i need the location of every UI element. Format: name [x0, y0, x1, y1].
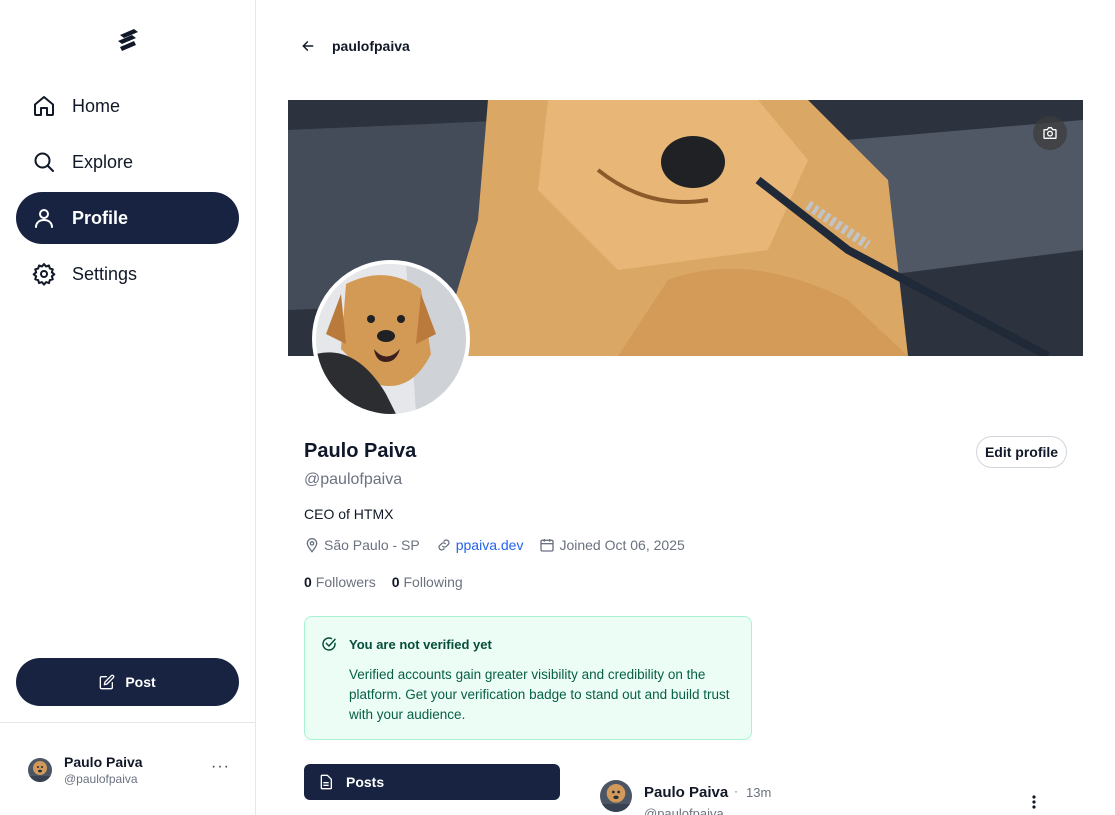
followers-count: 0 [304, 574, 312, 590]
page-title: paulofpaiva [332, 38, 410, 54]
home-icon [32, 94, 56, 118]
more-options-icon[interactable]: ··· [211, 758, 230, 776]
post-author-handle: @paulofpaiva [644, 806, 724, 815]
followers-link[interactable]: 0 Followers [304, 574, 376, 590]
sidebar: Home Explore Profile Settings Post Paulo… [0, 0, 256, 815]
edit-icon [99, 674, 115, 690]
main-content: paulofpaiva Edit profile Paulo Paiva @pa… [256, 0, 1115, 815]
sidebar-divider [0, 722, 255, 723]
nav-settings[interactable]: Settings [16, 248, 239, 300]
user-icon [32, 206, 56, 230]
post-time: 13m [746, 785, 772, 800]
map-pin-icon [306, 538, 318, 553]
nav-profile[interactable]: Profile [16, 192, 239, 244]
link-icon [438, 539, 450, 551]
website-link[interactable]: ppaiva.dev [456, 537, 524, 553]
app-root: Home Explore Profile Settings Post Paulo… [0, 0, 1115, 815]
post-card[interactable]: Paulo Paiva · 13m @paulofpaiva [600, 778, 1050, 815]
following-label: Following [403, 574, 463, 590]
account-switcher[interactable]: Paulo Paiva @paulofpaiva ··· [16, 740, 239, 800]
profile-meta: São Paulo - SP ppaiva.dev Joined Oct 06,… [304, 537, 701, 553]
document-icon [320, 774, 332, 790]
profile-handle: @paulofpaiva [304, 471, 403, 488]
verification-notice: You are not verified yet Verified accoun… [304, 616, 752, 740]
edit-profile-button[interactable]: Edit profile [976, 436, 1067, 468]
nav-explore-label: Explore [72, 151, 134, 172]
verification-title: You are not verified yet [349, 636, 492, 652]
back-arrow-icon[interactable] [300, 38, 316, 54]
joined-date: Joined Oct 06, 2025 [539, 537, 685, 553]
follow-stats: 0 Followers 0 Following [304, 574, 479, 590]
kebab-menu-icon[interactable] [1028, 794, 1040, 810]
tab-posts[interactable]: Posts [304, 764, 560, 800]
camera-icon [1043, 127, 1057, 139]
followers-label: Followers [315, 574, 376, 590]
following-count: 0 [391, 574, 400, 590]
website: ppaiva.dev [436, 537, 524, 553]
verification-body: Verified accounts gain greater visibilit… [349, 667, 730, 722]
post-separator: · [734, 784, 738, 798]
location: São Paulo - SP [304, 537, 420, 553]
change-banner-button[interactable] [1033, 116, 1067, 150]
check-circle-icon [322, 637, 336, 651]
profile-avatar[interactable] [312, 260, 470, 418]
nav-settings-label: Settings [72, 263, 138, 284]
nav-home-label: Home [72, 95, 121, 116]
account-name: Paulo Paiva [64, 754, 143, 770]
post-button-label: Post [125, 674, 156, 690]
calendar-icon [540, 539, 555, 552]
app-logo[interactable] [114, 27, 142, 53]
joined-text: Joined Oct 06, 2025 [559, 537, 685, 553]
profile-bio: CEO of HTMX [304, 506, 394, 522]
nav-home[interactable]: Home [16, 80, 239, 132]
post-button[interactable]: Post [16, 658, 239, 706]
location-text: São Paulo - SP [324, 537, 420, 553]
profile-header: paulofpaiva [300, 38, 410, 54]
nav-profile-label: Profile [72, 207, 129, 228]
gear-icon [32, 262, 56, 286]
following-link[interactable]: 0 Following [392, 574, 463, 590]
search-icon [32, 150, 56, 174]
nav-explore[interactable]: Explore [16, 136, 239, 188]
avatar [28, 758, 52, 782]
account-handle: @paulofpaiva [64, 772, 138, 786]
profile-name: Paulo Paiva [304, 440, 417, 462]
post-author-name[interactable]: Paulo Paiva [644, 784, 728, 801]
tab-posts-label: Posts [346, 774, 385, 790]
avatar [600, 780, 632, 812]
